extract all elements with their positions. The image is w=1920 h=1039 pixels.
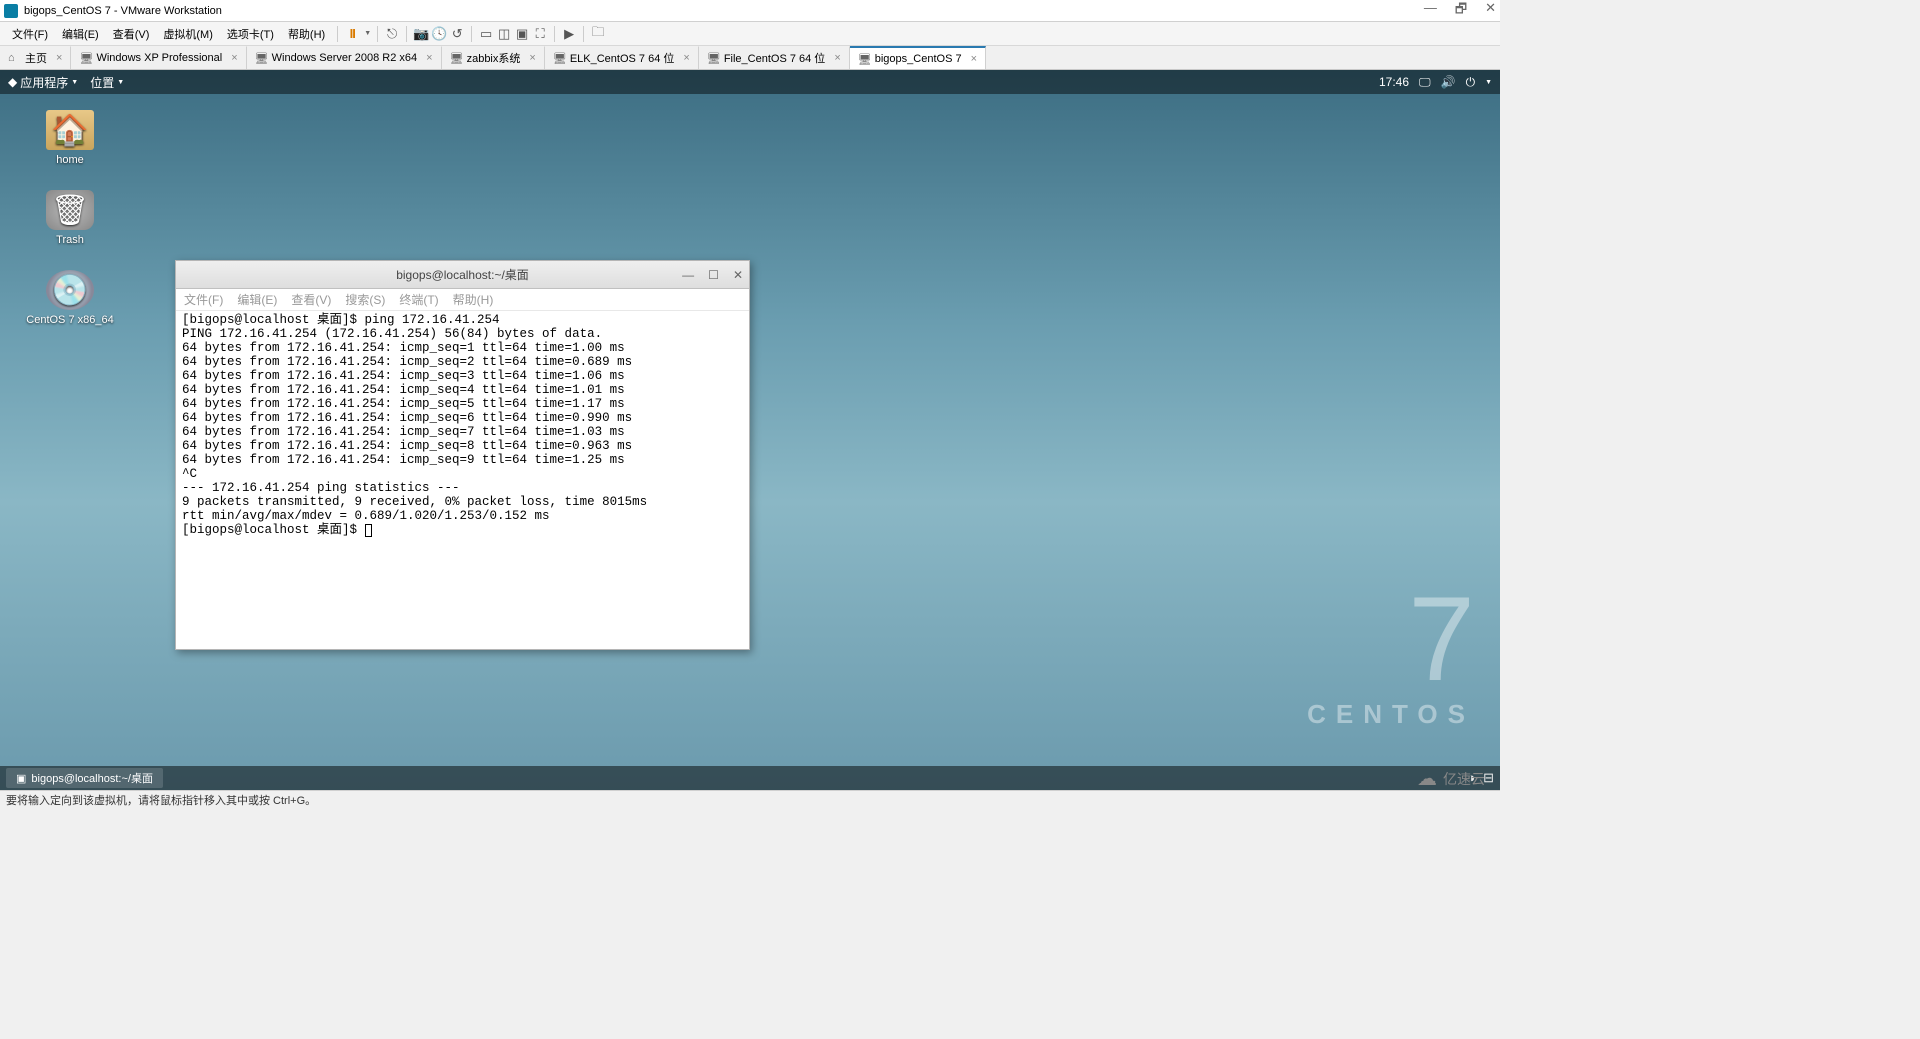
monitor-icon: 🖥 xyxy=(553,52,565,64)
term-menu-terminal[interactable]: 终端(T) xyxy=(399,291,438,308)
revert-button[interactable]: ↺ xyxy=(449,26,465,42)
tab-close-button[interactable]: × xyxy=(529,52,535,64)
disc-icon: 💿 xyxy=(46,270,94,310)
tab-win2008[interactable]: 🖥 Windows Server 2008 R2 x64 × xyxy=(247,46,442,69)
gnome-applications-menu[interactable]: ◆ 应用程序 ▼ xyxy=(8,74,78,91)
tab-label: Windows XP Professional xyxy=(96,52,222,64)
tab-bigops[interactable]: 🖥 bigops_CentOS 7 × xyxy=(850,46,986,69)
terminal-output[interactable]: [bigops@localhost 桌面]$ ping 172.16.41.25… xyxy=(176,311,749,649)
view-split-button[interactable]: ◫ xyxy=(496,26,512,42)
gnome-taskbar: ▣ bigops@localhost:~/桌面 ◑ ⊟ xyxy=(0,766,1500,790)
monitor-icon: 🖥 xyxy=(858,53,870,65)
term-menu-search[interactable]: 搜索(S) xyxy=(345,291,385,308)
menu-help[interactable]: 帮助(H) xyxy=(282,24,331,44)
term-menu-help[interactable]: 帮助(H) xyxy=(453,291,494,308)
menu-tabs[interactable]: 选项卡(T) xyxy=(221,24,280,44)
menu-edit[interactable]: 编辑(E) xyxy=(56,24,105,44)
unity-button[interactable]: ▶ xyxy=(561,26,577,42)
gnome-topbar: ◆ 应用程序 ▼ 位置 ▼ 17:46 🖵 🔊 ⏻ ▼ xyxy=(0,70,1500,94)
tab-close-button[interactable]: × xyxy=(426,52,432,64)
send-ctrl-alt-del-button[interactable]: ⎋ xyxy=(384,26,400,42)
terminal-icon: ▣ xyxy=(16,772,26,785)
tab-label: ELK_CentOS 7 64 位 xyxy=(570,50,675,66)
terminal-maximize-button[interactable]: ☐ xyxy=(708,268,719,282)
gnome-places-menu[interactable]: 位置 ▼ xyxy=(90,74,124,91)
tab-close-button[interactable]: × xyxy=(56,52,62,64)
monitor-icon: 🖥 xyxy=(707,52,719,64)
cloud-icon: ☁ xyxy=(1417,766,1437,791)
vm-viewport[interactable]: ◆ 应用程序 ▼ 位置 ▼ 17:46 🖵 🔊 ⏻ ▼ 🏠 home 🗑 Tra… xyxy=(0,70,1500,790)
chevron-down-icon[interactable]: ▼ xyxy=(1485,79,1492,86)
tab-label: File_CentOS 7 64 位 xyxy=(724,50,826,66)
tab-label: Windows Server 2008 R2 x64 xyxy=(272,52,418,64)
trash-icon: 🗑 xyxy=(46,190,94,230)
menu-file[interactable]: 文件(F) xyxy=(6,24,54,44)
window-close-button[interactable]: ✕ xyxy=(1485,0,1496,22)
vmware-tabbar: ⌂ 主页 × 🖥 Windows XP Professional × 🖥 Win… xyxy=(0,46,1500,70)
snapshot-button[interactable]: 📷 xyxy=(413,26,429,42)
tab-close-button[interactable]: × xyxy=(834,52,840,64)
watermark-text: 亿速云 xyxy=(1443,769,1485,789)
watermark: ☁ 亿速云 xyxy=(1417,766,1485,791)
volume-icon[interactable]: 🔊 xyxy=(1441,75,1456,89)
snapshot-manager-button[interactable]: 🕓 xyxy=(431,26,447,42)
icon-label: CentOS 7 x86_64 xyxy=(20,314,120,326)
folder-icon: 🏠 xyxy=(46,110,94,150)
tab-file[interactable]: 🖥 File_CentOS 7 64 位 × xyxy=(699,46,850,69)
taskbar-terminal-entry[interactable]: ▣ bigops@localhost:~/桌面 xyxy=(6,768,163,788)
library-button[interactable]: 🗀 xyxy=(590,26,606,42)
task-label: bigops@localhost:~/桌面 xyxy=(31,770,153,786)
window-minimize-button[interactable]: — xyxy=(1424,0,1437,22)
window-restore-button[interactable]: 🗗 xyxy=(1455,0,1467,22)
vmware-menubar: 文件(F) 编辑(E) 查看(V) 虚拟机(M) 选项卡(T) 帮助(H) II… xyxy=(0,22,1500,46)
tab-close-button[interactable]: × xyxy=(231,52,237,64)
menu-view[interactable]: 查看(V) xyxy=(107,24,156,44)
tab-zabbix[interactable]: 🖥 zabbix系统 × xyxy=(442,46,545,69)
tab-home[interactable]: ⌂ 主页 × xyxy=(0,46,71,69)
home-icon: ⌂ xyxy=(8,52,20,64)
terminal-menubar: 文件(F) 编辑(E) 查看(V) 搜索(S) 终端(T) 帮助(H) xyxy=(176,289,749,311)
tab-elk[interactable]: 🖥 ELK_CentOS 7 64 位 × xyxy=(545,46,699,69)
tab-label: zabbix系统 xyxy=(467,50,521,66)
terminal-close-button[interactable]: ✕ xyxy=(733,268,743,282)
version-number: 7 xyxy=(1307,579,1475,699)
tab-close-button[interactable]: × xyxy=(683,52,689,64)
monitor-icon: 🖥 xyxy=(255,52,267,64)
terminal-title: bigops@localhost:~/桌面 xyxy=(396,266,529,283)
menu-vm[interactable]: 虚拟机(M) xyxy=(157,24,219,44)
tab-winxp[interactable]: 🖥 Windows XP Professional × xyxy=(71,46,246,69)
terminal-window[interactable]: bigops@localhost:~/桌面 — ☐ ✕ 文件(F) 编辑(E) … xyxy=(175,260,750,650)
desktop-trash-icon[interactable]: 🗑 Trash xyxy=(20,190,120,246)
term-menu-file[interactable]: 文件(F) xyxy=(184,291,223,308)
icon-label: Trash xyxy=(20,234,120,246)
window-title: bigops_CentOS 7 - VMware Workstation xyxy=(24,5,1424,17)
gnome-clock[interactable]: 17:46 xyxy=(1379,75,1409,89)
window-titlebar: bigops_CentOS 7 - VMware Workstation — 🗗… xyxy=(0,0,1500,22)
monitor-icon: 🖥 xyxy=(450,52,462,64)
status-text: 要将输入定向到该虚拟机，请将鼠标指针移入其中或按 Ctrl+G。 xyxy=(6,792,316,808)
desktop-disc-icon[interactable]: 💿 CentOS 7 x86_64 xyxy=(20,270,120,326)
term-menu-edit[interactable]: 编辑(E) xyxy=(237,291,277,308)
vmware-app-icon xyxy=(4,4,18,18)
terminal-minimize-button[interactable]: — xyxy=(682,268,694,282)
power-icon[interactable]: ⏻ xyxy=(1466,75,1476,90)
view-single-button[interactable]: ▭ xyxy=(478,26,494,42)
display-icon[interactable]: 🖵 xyxy=(1419,75,1431,90)
icon-label: home xyxy=(20,154,120,166)
fullscreen-button[interactable]: ⛶ xyxy=(532,26,548,42)
tab-label: bigops_CentOS 7 xyxy=(875,53,962,65)
vmware-statusbar: 要将输入定向到该虚拟机，请将鼠标指针移入其中或按 Ctrl+G。 xyxy=(0,790,1500,808)
term-menu-view[interactable]: 查看(V) xyxy=(291,291,331,308)
centos-brand: 7 CENTOS xyxy=(1307,579,1475,730)
desktop-home-icon[interactable]: 🏠 home xyxy=(20,110,120,166)
monitor-icon: 🖥 xyxy=(79,52,91,64)
pause-vm-button[interactable]: II xyxy=(344,26,360,42)
tab-label: 主页 xyxy=(25,50,47,66)
tab-close-button[interactable]: × xyxy=(971,53,977,65)
os-name: CENTOS xyxy=(1307,699,1475,730)
view-multi-button[interactable]: ▣ xyxy=(514,26,530,42)
terminal-titlebar[interactable]: bigops@localhost:~/桌面 — ☐ ✕ xyxy=(176,261,749,289)
